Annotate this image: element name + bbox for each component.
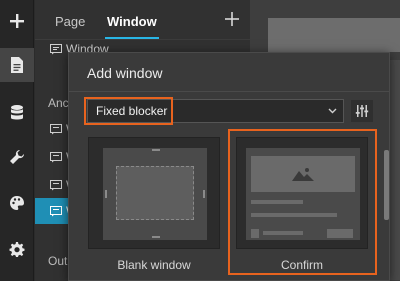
highlight-outline	[228, 129, 377, 275]
tree-section-outline: Outl	[48, 254, 71, 268]
chevron-down-icon	[328, 108, 337, 114]
tree-section-anchor: Anc	[48, 96, 69, 110]
tab-window[interactable]: Window	[107, 14, 157, 29]
sliders-icon	[355, 105, 369, 117]
add-window-dialog: Add window Fixed blocker Blank window Co…	[68, 52, 390, 281]
filter-button[interactable]	[351, 100, 373, 122]
scrollbar[interactable]	[384, 150, 389, 220]
window-icon	[50, 123, 62, 134]
icon-rail	[0, 0, 34, 281]
add-button[interactable]	[0, 4, 34, 38]
plus-icon	[10, 14, 24, 28]
dialog-title: Add window	[87, 65, 163, 81]
resize-handle	[152, 236, 160, 238]
window-icon	[50, 43, 62, 54]
gear-icon	[9, 242, 25, 257]
tab-active-indicator	[105, 37, 159, 39]
window-icon	[50, 205, 62, 216]
palette-icon	[10, 196, 24, 210]
theme-button[interactable]	[0, 186, 34, 220]
plus-icon	[225, 12, 239, 26]
template-preview-window	[116, 166, 194, 220]
template-label: Blank window	[117, 258, 191, 272]
resize-handle	[203, 190, 205, 198]
divider	[69, 91, 389, 92]
resize-handle	[105, 190, 107, 198]
resize-handle	[152, 149, 160, 151]
pages-button[interactable]	[0, 48, 34, 82]
template-card-blank-window[interactable]	[88, 137, 220, 249]
tab-page[interactable]: Page	[55, 14, 85, 29]
wrench-icon	[10, 149, 25, 164]
tools-button[interactable]	[0, 140, 34, 174]
window-icon	[50, 179, 62, 190]
data-button[interactable]	[0, 96, 34, 130]
database-icon	[11, 105, 23, 120]
window-icon	[50, 151, 62, 162]
canvas-element	[268, 18, 400, 52]
settings-button[interactable]	[0, 232, 34, 266]
panel-tabs: Page Window	[35, 0, 250, 40]
highlight-outline	[84, 97, 173, 125]
add-window-button[interactable]	[221, 8, 243, 30]
page-icon	[11, 57, 23, 73]
